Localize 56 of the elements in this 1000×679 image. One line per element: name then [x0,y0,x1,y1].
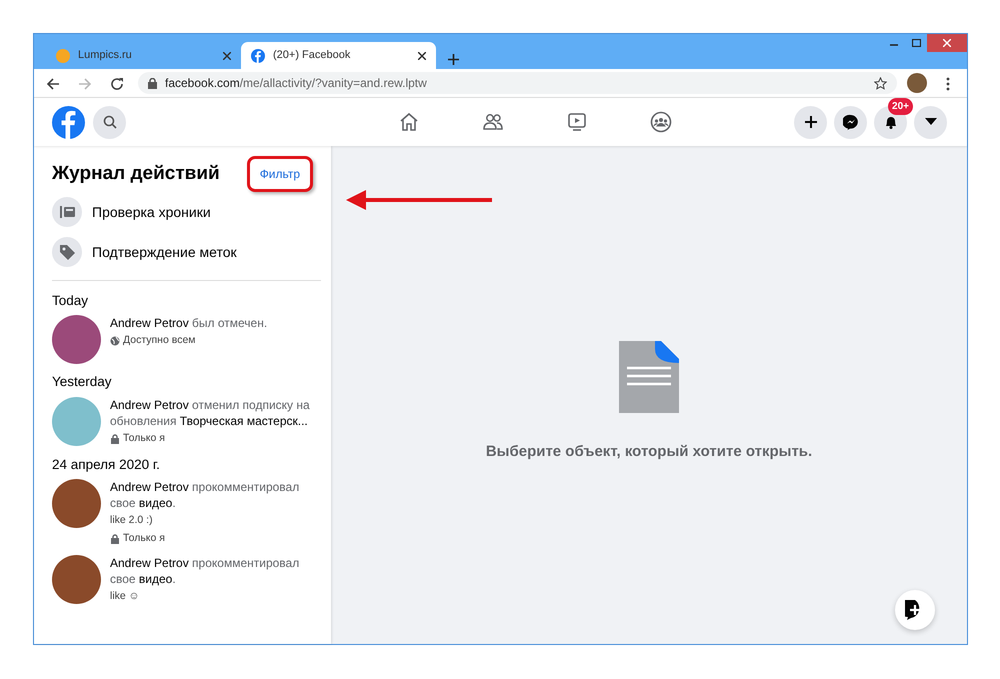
new-message-button[interactable] [895,590,935,630]
comment-text: like 2.0 :) [110,513,154,528]
page-title: Журнал действий [52,162,220,186]
document-icon [619,341,679,413]
date-heading: 24 апреля 2020 г. [52,456,161,474]
activity-text[interactable]: Andrew Petrov был отмечен. [110,315,268,332]
search-icon [102,115,116,129]
groups-nav-icon[interactable] [650,110,672,133]
globe-icon [110,336,120,346]
video-nav-icon[interactable] [566,110,588,133]
close-window-button[interactable] [927,34,967,52]
filter-button[interactable]: Фильтр [246,156,313,192]
lock-icon [148,78,157,88]
timeline-icon [52,197,82,227]
bookmark-star-button[interactable] [874,76,887,90]
comment-text: like ☺ [110,589,140,604]
caret-down-icon [924,118,936,126]
back-arrow-icon [46,76,60,91]
tag-icon [52,237,82,267]
facebook-logo-icon [251,48,265,62]
bell-icon [884,115,898,129]
search-button[interactable] [93,106,126,138]
date-heading: Today [52,292,90,310]
lock-icon [110,434,120,444]
browser-tab[interactable]: Lumpics.ru [46,42,241,69]
privacy-label: Только я [123,531,165,546]
lock-icon [110,534,120,544]
close-icon [943,38,951,47]
facebook-logo-icon [52,106,85,138]
privacy-label: Только я [123,430,165,446]
home-nav-icon[interactable] [398,110,420,133]
date-heading: Yesterday [52,373,113,392]
activity-text[interactable]: Andrew Petrov прокомментировал свое видео. [110,478,321,512]
notification-count: 20+ [888,98,913,114]
browser-tab[interactable]: (20+) Facebook [241,42,436,69]
plus-icon [804,115,818,129]
forward-arrow-icon [78,76,92,91]
sidebar-menu-item[interactable]: Подтверждение меток [52,232,321,272]
create-button[interactable] [794,106,827,138]
empty-state-message: Выберите объект, который хотите открыть. [486,442,812,462]
privacy-label: Доступно всем [123,333,196,348]
reload-icon [110,76,124,91]
close-icon [418,52,426,60]
site-favicon-icon [56,48,70,62]
chat-bubble-icon [842,114,858,130]
star-icon [874,76,887,90]
profile-avatar[interactable] [907,73,927,93]
maximize-icon [912,38,920,47]
plus-icon [448,54,459,65]
close-icon [223,52,231,60]
account-menu-button[interactable] [914,106,947,138]
activity-text[interactable]: Andrew Petrov прокомментировал свое видео. [110,554,321,588]
sidebar-menu-item[interactable]: Проверка хроники [52,192,321,232]
activity-text[interactable]: Andrew Petrov отменил подписку на обновления Творческая мастерск... [110,396,321,429]
address-bar[interactable]: facebook.com/me/allactivity/?vanity=and.rew.lptw [138,72,897,94]
messenger-button[interactable] [834,106,867,138]
